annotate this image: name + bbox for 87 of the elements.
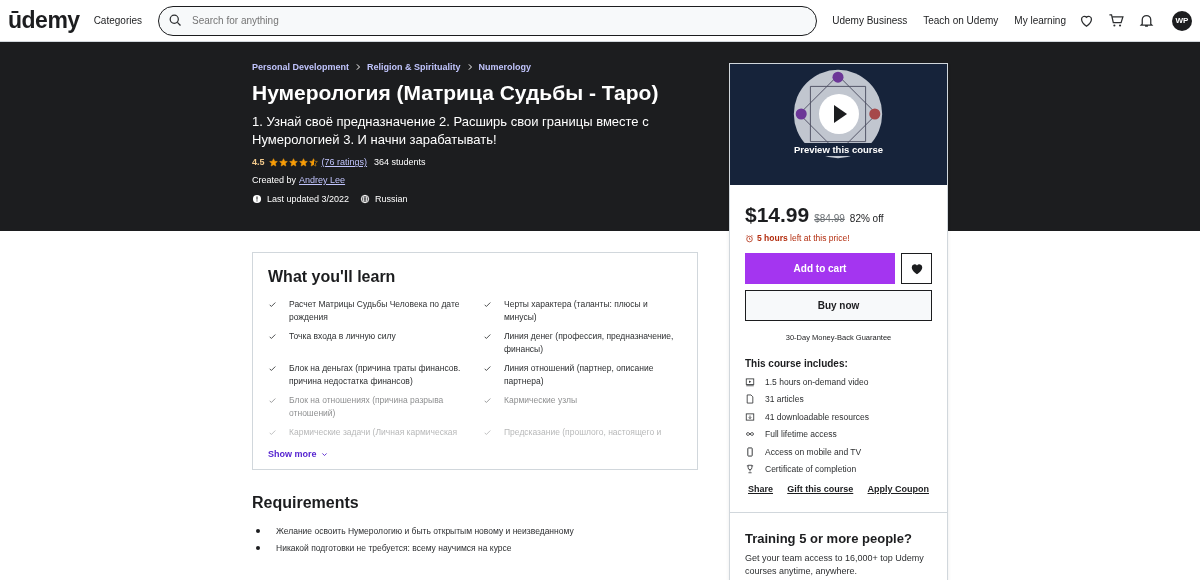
price-timer: 5 hours left at this price!: [757, 233, 850, 243]
phone-icon: [745, 446, 755, 457]
chevron-down-icon: [320, 450, 328, 458]
breadcrumb-link[interactable]: Personal Development: [252, 62, 350, 72]
check-icon: [268, 428, 277, 437]
course-title: Нумерология (Матрица Судьбы - Таро): [252, 81, 660, 105]
user-avatar[interactable]: WP: [1172, 10, 1192, 31]
udemy-logo[interactable]: ūdemy: [8, 7, 80, 34]
includes-heading: This course includes:: [745, 358, 849, 369]
learning-point: Предсказание (прошлого, настоящего и: [504, 426, 662, 439]
check-icon: [268, 396, 277, 405]
learning-point: Линия денег (профессия, предназначение, финансы): [504, 330, 675, 356]
includes-item: Certificate of completion: [765, 464, 857, 475]
check-icon: [483, 332, 492, 341]
rating-value: 4.5: [252, 157, 265, 167]
course-subtitle: 1. Узнай своё предназначение 2. Расширь свои границы вместе с Нумерологией 3. И начни зарабатывать!: [252, 113, 650, 149]
action-link[interactable]: Apply Coupon: [867, 484, 929, 494]
check-icon: [268, 300, 277, 309]
alert-icon: [252, 194, 262, 204]
course-language: Russian: [375, 194, 408, 204]
wishlist-button[interactable]: [901, 253, 932, 284]
learning-point: Кармические задачи (Личная кармическая: [289, 426, 458, 439]
search-icon: [168, 12, 183, 28]
ratings-link[interactable]: (76 ratings): [321, 157, 368, 167]
team-text: Get your team access to 16,000+ top Udemy courses anytime, anywhere.: [745, 552, 925, 578]
globe-icon: [360, 194, 371, 204]
includes-item: Access on mobile and TV: [765, 446, 862, 457]
buy-now-button[interactable]: Buy now: [745, 290, 932, 321]
show-more-link[interactable]: Show more: [268, 449, 328, 459]
learning-point: Блок на деньгах (причина траты финансов. причина недостатка финансов): [289, 362, 462, 388]
chevron-icon: [355, 63, 362, 71]
bullet-icon: [256, 529, 260, 533]
author-link[interactable]: Andrey Lee: [299, 175, 346, 185]
students-count: 364 students: [374, 157, 426, 167]
requirement-text: Желание освоить Нумерологию и быть открытым новому и неизведанному: [276, 526, 574, 536]
course-preview-video[interactable]: Preview this course: [730, 64, 947, 185]
nav-link[interactable]: Udemy Business: [832, 15, 908, 26]
nav-link[interactable]: My learning: [1014, 15, 1066, 26]
star-icon: [278, 157, 288, 167]
folder-icon: [745, 411, 755, 422]
learning-point: Блок на отношениях (причина разрыва отношений): [289, 394, 445, 420]
section-heading: Requirements: [252, 494, 360, 512]
alarm-clock-icon: [745, 233, 754, 243]
learning-point: Линия отношений (партнер, описание партнера): [504, 362, 655, 388]
breadcrumb-link[interactable]: Religion & Spirituality: [367, 62, 461, 72]
nav-link[interactable]: Teach on Udemy: [923, 15, 999, 26]
cart-icon[interactable]: [1108, 12, 1125, 29]
learning-point: Расчет Матрицы Судьбы Человека по дате рождения: [289, 298, 461, 324]
document-icon: [745, 394, 755, 405]
section-heading: What you'll learn: [268, 268, 397, 286]
breadcrumb-link[interactable]: Numerology: [478, 62, 532, 72]
action-link[interactable]: Gift this course: [787, 484, 854, 494]
team-heading: Training 5 or more people?: [745, 531, 913, 546]
check-icon: [268, 332, 277, 341]
play-icon[interactable]: [818, 93, 859, 134]
star-icon: [308, 157, 318, 167]
includes-item: 41 downloadable resources: [765, 411, 869, 422]
learning-point: Точка входа в личную силу: [289, 330, 396, 343]
star-icon: [268, 157, 278, 167]
star-icon: [288, 157, 298, 167]
includes-item: 31 articles: [765, 394, 804, 405]
includes-item: 1.5 hours on-demand video: [765, 376, 869, 387]
includes-item: Full lifetime access: [765, 429, 837, 440]
action-link[interactable]: Share: [748, 484, 773, 494]
add-to-cart-button[interactable]: Add to cart: [745, 253, 895, 284]
star-icon: [298, 157, 308, 167]
check-icon: [483, 428, 492, 437]
check-icon: [268, 364, 277, 373]
discount-label: 82% off: [849, 213, 884, 224]
created-by-label: Created by: [252, 175, 297, 185]
bell-icon[interactable]: [1138, 12, 1155, 29]
heart-icon: [909, 261, 924, 276]
learning-point: Черты характера (таланты: плюсы и минусы): [504, 298, 649, 324]
check-icon: [483, 396, 492, 405]
check-icon: [483, 300, 492, 309]
check-icon: [483, 364, 492, 373]
chevron-icon: [466, 63, 473, 71]
search-field[interactable]: Search for anything: [158, 5, 818, 36]
current-price: $14.99: [745, 203, 810, 227]
trophy-icon: [745, 464, 755, 475]
video-icon: [745, 376, 755, 387]
categories-link[interactable]: Categories: [93, 15, 142, 26]
requirement-text: Никакой подготовки не требуется: всему научимся на курсе: [276, 543, 512, 553]
last-updated: Last updated 3/2022: [267, 194, 350, 204]
original-price: $84.99: [814, 213, 845, 224]
bullet-icon: [256, 546, 260, 550]
learning-point: Кармические узлы: [504, 394, 578, 407]
